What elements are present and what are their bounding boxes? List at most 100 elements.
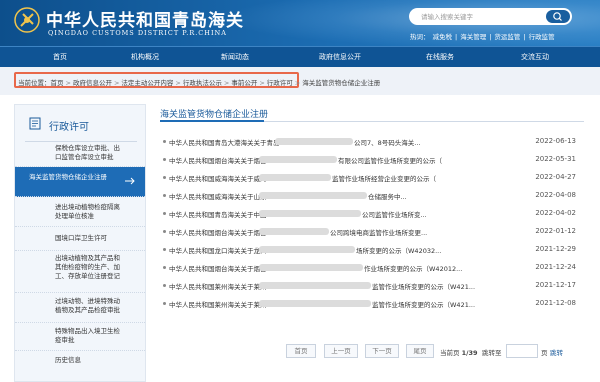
- redacted-text: [259, 228, 329, 235]
- bullet-icon: [163, 176, 166, 179]
- breadcrumb-item[interactable]: 法定主动公开内容: [121, 79, 173, 87]
- list-item[interactable]: 中华人民共和国烟台海关关于烟台 公司跨境电商监管作业场所变更... 2022-0…: [160, 224, 584, 238]
- list-item[interactable]: 中华人民共和国莱州海关关于莱州 监管作业场所变更的公示（W421... 2021…: [160, 278, 584, 292]
- list-item-title-start: 中华人民共和国烟台海关关于烟台: [169, 229, 267, 237]
- bullet-icon: [163, 140, 166, 143]
- hot-word-sep: |: [523, 33, 526, 41]
- list-item-title-start: 中华人民共和国威海海关关于山东: [169, 193, 267, 201]
- sidebar-item-warehouse-registration[interactable]: 海关监管货物仓储企业注册: [15, 167, 145, 197]
- list-item-date: 2022-04-08: [535, 191, 576, 199]
- breadcrumb-item[interactable]: 事前公开: [231, 79, 257, 87]
- bullet-icon: [163, 212, 166, 215]
- sidebar-item-history[interactable]: 历史信息: [15, 351, 145, 371]
- list-item[interactable]: 中华人民共和国莱州海关关于莱州 监管作业场所变更的公示（W421... 2021…: [160, 296, 584, 310]
- current-page-value: 1/39: [461, 349, 478, 357]
- list-item[interactable]: 中华人民共和国青岛大港海关关于青岛 公司7、8号码头海关... 2022-06-…: [160, 134, 584, 148]
- goto-page-input[interactable]: [506, 344, 538, 358]
- list-item-title-end: 场所变更的公示（W42032...: [356, 247, 442, 255]
- document-icon: [29, 117, 41, 130]
- list-item-title-start: 中华人民共和国青岛海关关于中国: [169, 211, 267, 219]
- page-suffix: 页: [541, 349, 548, 357]
- list-item-title-start: 中华人民共和国威海海关关于威海: [169, 175, 267, 183]
- main-nav: 首页 机构概况 新闻动态 政府信息公开 在线服务 交流互动: [0, 46, 600, 67]
- list-item-title-start: 中华人民共和国青岛大港海关关于青岛: [169, 139, 280, 147]
- list-item-date: 2021-12-24: [535, 263, 576, 271]
- site-title: 中华人民共和国青岛海关: [46, 11, 244, 31]
- list-item-title-end: 监管作业场所变更的公示（W421...: [372, 301, 476, 309]
- list-item-title-start: 中华人民共和国烟台海关关于烟台: [169, 157, 267, 165]
- title-underline: [160, 120, 264, 122]
- list-item-title-end: 仓储服务中...: [368, 193, 407, 201]
- nav-item-interaction[interactable]: 交流互动: [495, 47, 575, 67]
- list-item[interactable]: 中华人民共和国威海海关关于威海 监管作业场所经营企业变更的公示（ 2022-04…: [160, 170, 584, 184]
- goto-button[interactable]: 跳转: [550, 347, 563, 357]
- redacted-text: [259, 210, 361, 217]
- sidebar-item-label: 保税仓库设立审批、出口监管仓库设立审批: [55, 144, 120, 161]
- sidebar-item-port-health-license[interactable]: 国境口岸卫生许可: [15, 227, 145, 251]
- breadcrumb-item[interactable]: 政府信息公开: [73, 79, 112, 87]
- list-item[interactable]: 中华人民共和国烟台海关关于烟台 作业场所变更的公示（W42012... 2021…: [160, 260, 584, 274]
- sidebar-item-bonded-warehouse[interactable]: 保税仓库设立审批、出口监管仓库设立审批: [15, 139, 145, 167]
- page-indicator: 当前页 1/39: [440, 347, 478, 357]
- list-item-title-end: 公司监管作业场所变...: [362, 211, 427, 219]
- list-item[interactable]: 中华人民共和国青岛海关关于中国 公司监管作业场所变... 2022-04-02: [160, 206, 584, 220]
- list-item[interactable]: 中华人民共和国龙口海关关于龙口 场所变更的公示（W42032... 2021-1…: [160, 242, 584, 256]
- sidebar-item-label: 过境动物、进境特殊动植物及其产品检疫审批: [55, 297, 120, 314]
- sidebar-item-quarantine-isolation[interactable]: 进出境动植物检疫隔离处理单位核准: [15, 197, 145, 227]
- arrow-right-icon: [125, 177, 135, 185]
- redacted-text: [259, 264, 363, 271]
- sidebar: 行政许可 保税仓库设立审批、出口监管仓库设立审批 海关监管货物仓储企业注册 进出…: [14, 104, 146, 382]
- next-page-button[interactable]: 下一页: [365, 344, 399, 358]
- bullet-icon: [163, 230, 166, 233]
- page-title: 海关监管货物仓储企业注册: [160, 110, 269, 120]
- nav-item-home[interactable]: 首页: [20, 47, 100, 67]
- redacted-text: [259, 192, 367, 199]
- hot-word-sep: |: [455, 33, 458, 41]
- list-item[interactable]: 中华人民共和国威海海关关于山东 仓储服务中... 2022-04-08: [160, 188, 584, 202]
- bullet-icon: [163, 284, 166, 287]
- redacted-text: [259, 246, 355, 253]
- redacted-text: [259, 174, 331, 181]
- hot-word[interactable]: 海关管理: [460, 33, 486, 41]
- bullet-icon: [163, 248, 166, 251]
- list-item-title-start: 中华人民共和国龙口海关关于龙口: [169, 247, 267, 255]
- breadcrumb-item[interactable]: 当前位置：首页: [18, 79, 64, 87]
- list-item-title-start: 中华人民共和国莱州海关关于莱州: [169, 283, 267, 291]
- search-input[interactable]: [421, 11, 547, 22]
- nav-item-about[interactable]: 机构概况: [105, 47, 185, 67]
- sidebar-item-label: 进出境动植物检疫隔离处理单位核准: [55, 203, 120, 220]
- hot-word[interactable]: 货运监管: [494, 33, 520, 41]
- list-item-date: 2021-12-17: [535, 281, 576, 289]
- search-button[interactable]: [546, 10, 570, 23]
- sidebar-item-transit-animal-approval[interactable]: 过境动物、进境特殊动植物及其产品检疫审批: [15, 293, 145, 323]
- redacted-text: [259, 282, 371, 289]
- bullet-icon: [163, 194, 166, 197]
- nav-item-online-service[interactable]: 在线服务: [400, 47, 480, 67]
- current-page-label: 当前页: [440, 349, 460, 357]
- sidebar-item-export-registration[interactable]: 出境动植物及其产品和其他检疫物的生产、加工、存放单位注册登记: [15, 251, 145, 293]
- list-item[interactable]: 中华人民共和国烟台海关关于烟台 有限公司监管作业场所变更的公示（ 2022-05…: [160, 152, 584, 166]
- last-page-button[interactable]: 尾页: [406, 344, 434, 358]
- hot-word-sep: |: [489, 33, 492, 41]
- list-item-date: 2022-04-27: [535, 173, 576, 181]
- nav-item-gov-info[interactable]: 政府信息公开: [290, 47, 390, 67]
- hot-word[interactable]: 行政监管: [529, 33, 555, 41]
- sidebar-item-special-goods-approval[interactable]: 特殊物品出入境卫生检疫审批: [15, 323, 145, 351]
- breadcrumb-item[interactable]: 行政许可: [267, 79, 293, 87]
- breadcrumb: 当前位置：首页 > 政府信息公开 > 法定主动公开内容 > 行政执法公示 > 事前公开 > 行政许可…: [18, 79, 381, 87]
- search-icon: [553, 12, 562, 21]
- sidebar-item-label: 特殊物品出入境卫生检疫审批: [55, 327, 120, 344]
- bullet-icon: [163, 302, 166, 305]
- hot-word[interactable]: 减免税: [433, 33, 453, 41]
- bullet-icon: [163, 158, 166, 161]
- first-page-button[interactable]: 首页: [286, 344, 316, 358]
- sidebar-item-label: 海关监管货物仓储企业注册: [29, 173, 107, 181]
- nav-item-news[interactable]: 新闻动态: [195, 47, 275, 67]
- prev-page-button[interactable]: 上一页: [324, 344, 358, 358]
- breadcrumb-item[interactable]: 行政执法公示: [183, 79, 222, 87]
- list-item-title-end: 公司跨境电商监管作业场所变更...: [330, 229, 428, 237]
- sidebar-heading-text: 行政许可: [49, 122, 89, 133]
- list-item-date: 2022-01-12: [535, 227, 576, 235]
- site-subtitle: QINGDAO CUSTOMS DISTRICT P.R.CHINA: [48, 29, 227, 37]
- list-item-title-start: 中华人民共和国莱州海关关于莱州: [169, 301, 267, 309]
